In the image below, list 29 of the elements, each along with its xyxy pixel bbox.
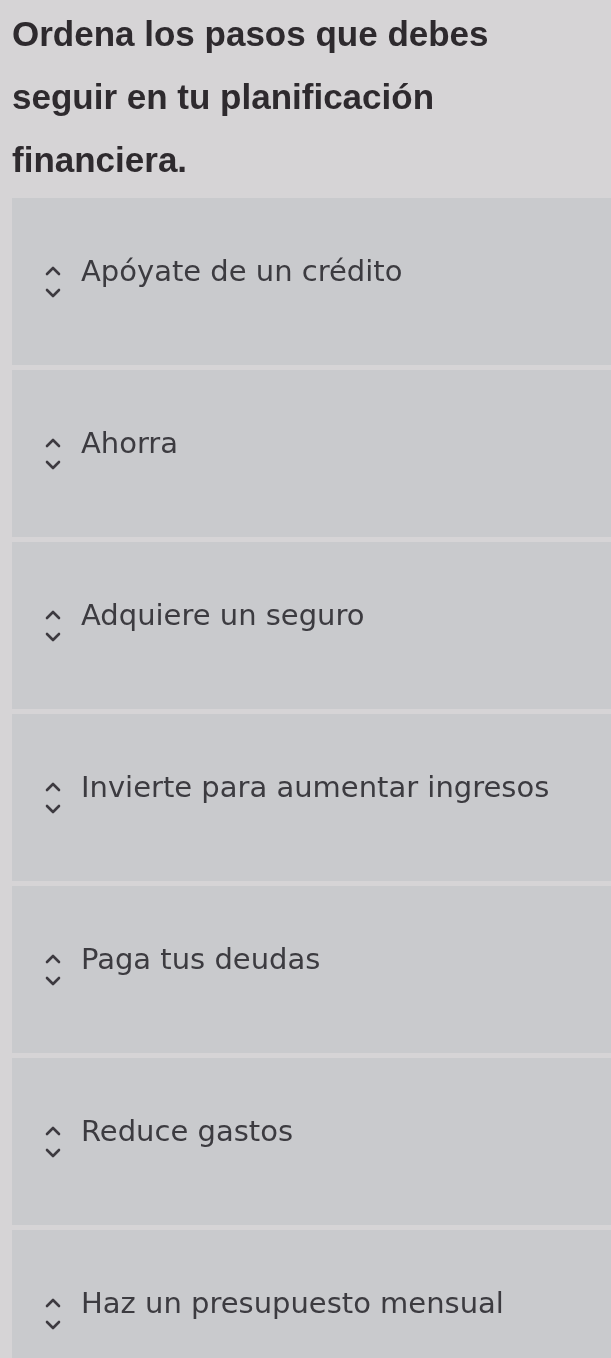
chevron-up-icon[interactable]: [45, 610, 61, 620]
chevron-down-icon[interactable]: [45, 804, 61, 814]
chevron-up-icon[interactable]: [45, 1126, 61, 1136]
chevron-up-icon[interactable]: [45, 1298, 61, 1308]
step-label: Haz un presupuesto mensual: [81, 1286, 504, 1320]
chevron-down-icon[interactable]: [45, 1320, 61, 1330]
step-label: Apóyate de un crédito: [81, 254, 403, 288]
sortable-step-card[interactable]: Reduce gastos: [12, 1058, 611, 1225]
step-label: Reduce gastos: [81, 1114, 293, 1148]
chevron-down-icon[interactable]: [45, 1148, 61, 1158]
chevron-up-icon[interactable]: [45, 266, 61, 276]
sortable-step-card[interactable]: Ahorra: [12, 370, 611, 537]
step-label: Invierte para aumentar ingresos: [81, 770, 550, 804]
chevron-up-icon[interactable]: [45, 438, 61, 448]
chevron-up-icon[interactable]: [45, 782, 61, 792]
sortable-step-card[interactable]: Apóyate de un crédito: [12, 198, 611, 365]
chevron-down-icon[interactable]: [45, 288, 61, 298]
chevron-up-icon[interactable]: [45, 954, 61, 964]
sortable-step-card[interactable]: Haz un presupuesto mensual: [12, 1230, 611, 1358]
step-label: Adquiere un seguro: [81, 598, 365, 632]
sortable-step-card[interactable]: Paga tus deudas: [12, 886, 611, 1053]
sortable-step-card[interactable]: Invierte para aumentar ingresos: [12, 714, 611, 881]
question-text: Ordena los pasos que debes seguir en tu planificación financiera.: [11, 13, 490, 181]
step-label: Ahorra: [81, 426, 179, 460]
step-label: Paga tus deudas: [81, 942, 321, 976]
chevron-down-icon[interactable]: [45, 976, 61, 986]
chevron-down-icon[interactable]: [45, 460, 61, 470]
sortable-step-card[interactable]: Adquiere un seguro: [12, 542, 611, 709]
chevron-down-icon[interactable]: [45, 632, 61, 642]
